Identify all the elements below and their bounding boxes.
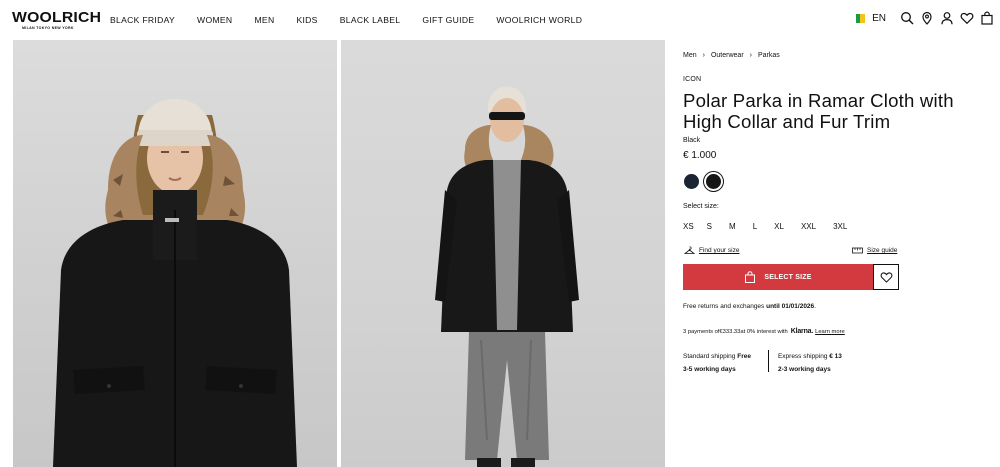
breadcrumb-outerwear[interactable]: Outerwear <box>711 52 744 59</box>
search-icon[interactable] <box>900 11 914 25</box>
color-swatches <box>684 174 728 189</box>
nav-item-men[interactable]: MEN <box>254 15 274 25</box>
size-guide-link[interactable]: Size guide <box>852 246 897 255</box>
standard-shipping-label: Standard shipping <box>683 353 738 360</box>
product-title: Polar Parka in Ramar Cloth with High Col… <box>683 90 954 132</box>
size-guide-label: Size guide <box>867 247 898 254</box>
express-shipping: Express shipping € 13 2-3 working days <box>778 350 842 376</box>
nav-item-black-label[interactable]: BLACK LABEL <box>340 15 401 25</box>
returns-end: . <box>814 303 816 310</box>
heart-icon <box>880 272 892 283</box>
select-size-button[interactable]: SELECT SIZE <box>683 264 873 290</box>
main-nav: BLACK FRIDAY WOMEN MEN KIDS BLACK LABEL … <box>110 15 604 25</box>
logo-wordmark: WOOLRICH <box>12 9 102 26</box>
product-image-full-body[interactable] <box>341 40 665 467</box>
nav-item-gift-guide[interactable]: GIFT GUIDE <box>422 15 474 25</box>
size-option-xl[interactable]: XL <box>774 222 784 231</box>
woolrich-logo[interactable]: WOOLRICH MILAN TOKYO NEW YORK <box>12 10 101 30</box>
size-option-l[interactable]: L <box>753 222 757 231</box>
standard-shipping-price: Free <box>737 353 751 360</box>
returns-text: Free returns and exchanges <box>683 303 767 310</box>
nav-item-black-friday[interactable]: BLACK FRIDAY <box>110 15 175 25</box>
nav-item-kids[interactable]: KIDS <box>296 15 317 25</box>
returns-info: Free returns and exchanges until 01/01/2… <box>683 303 816 310</box>
shipping-divider <box>767 350 769 372</box>
product-details-panel: Men › Outerwear › Parkas ICON Polar Park… <box>683 40 1000 467</box>
size-option-3xl[interactable]: 3XL <box>833 222 847 231</box>
logo-tagline: MILAN TOKYO NEW YORK <box>22 26 74 30</box>
product-price: € 1.000 <box>683 150 717 161</box>
language-label: EN <box>872 12 886 24</box>
shopping-bag-icon <box>745 271 756 283</box>
returns-date: until 01/01/2026 <box>766 303 815 310</box>
model-closeup-illustration <box>53 98 297 467</box>
size-select-label: Select size: <box>683 203 719 210</box>
find-your-size-label: Find your size <box>699 247 740 254</box>
standard-shipping-days: 3-5 working days <box>683 366 736 373</box>
product-image-front[interactable] <box>13 40 337 467</box>
breadcrumb-men[interactable]: Men <box>683 52 697 59</box>
express-shipping-days: 2-3 working days <box>777 366 831 373</box>
ruler-icon <box>852 247 863 254</box>
express-shipping-price: € 13 <box>829 353 842 360</box>
breadcrumb: Men › Outerwear › Parkas <box>683 52 780 59</box>
klarna-amount: €333.33 <box>719 328 741 335</box>
color-swatch-navy[interactable] <box>684 174 699 189</box>
size-options: XS S M L XL XXL 3XL <box>683 222 847 231</box>
chevron-right-icon: › <box>749 52 752 59</box>
select-size-label: SELECT SIZE <box>764 273 812 281</box>
express-shipping-label: Express shipping <box>777 353 830 360</box>
selected-color-name: Black <box>683 137 701 144</box>
add-to-wishlist-button[interactable] <box>873 264 899 290</box>
shipping-options: Standard shipping Free 3-5 working days … <box>683 350 842 376</box>
model-full-body-illustration <box>435 86 579 467</box>
header-actions: EN <box>856 11 994 25</box>
hanger-icon <box>684 246 695 254</box>
size-option-s[interactable]: S <box>707 222 712 231</box>
klarna-installments: 3 payments of €333.33 at 0% interest wit… <box>683 328 845 335</box>
find-your-size-link[interactable]: Find your size <box>684 246 739 255</box>
breadcrumb-parkas[interactable]: Parkas <box>758 52 780 59</box>
klarna-middle: at 0% interest with <box>740 328 788 335</box>
store-locator-icon[interactable] <box>920 11 934 25</box>
wishlist-icon[interactable] <box>960 11 974 25</box>
size-option-xxl[interactable]: XXL <box>801 222 816 231</box>
standard-shipping: Standard shipping Free 3-5 working days <box>683 350 751 376</box>
site-header: WOOLRICH MILAN TOKYO NEW YORK BLACK FRID… <box>0 0 1000 40</box>
size-option-m[interactable]: M <box>729 222 736 231</box>
size-option-xs[interactable]: XS <box>683 222 694 231</box>
color-swatch-black[interactable] <box>706 174 721 189</box>
klarna-logo: Klarna. <box>790 328 814 335</box>
klarna-prefix: 3 payments of <box>683 328 720 335</box>
language-selector[interactable]: EN <box>856 13 886 24</box>
shopping-bag-icon[interactable] <box>980 11 994 25</box>
account-icon[interactable] <box>940 11 954 25</box>
product-badge: ICON <box>683 76 702 83</box>
nav-item-women[interactable]: WOMEN <box>197 15 232 25</box>
chevron-right-icon: › <box>702 52 705 59</box>
ireland-flag-icon <box>856 13 870 23</box>
klarna-learn-more-link[interactable]: Learn more <box>815 329 845 335</box>
nav-item-woolrich-world[interactable]: WOOLRICH WORLD <box>496 15 582 25</box>
